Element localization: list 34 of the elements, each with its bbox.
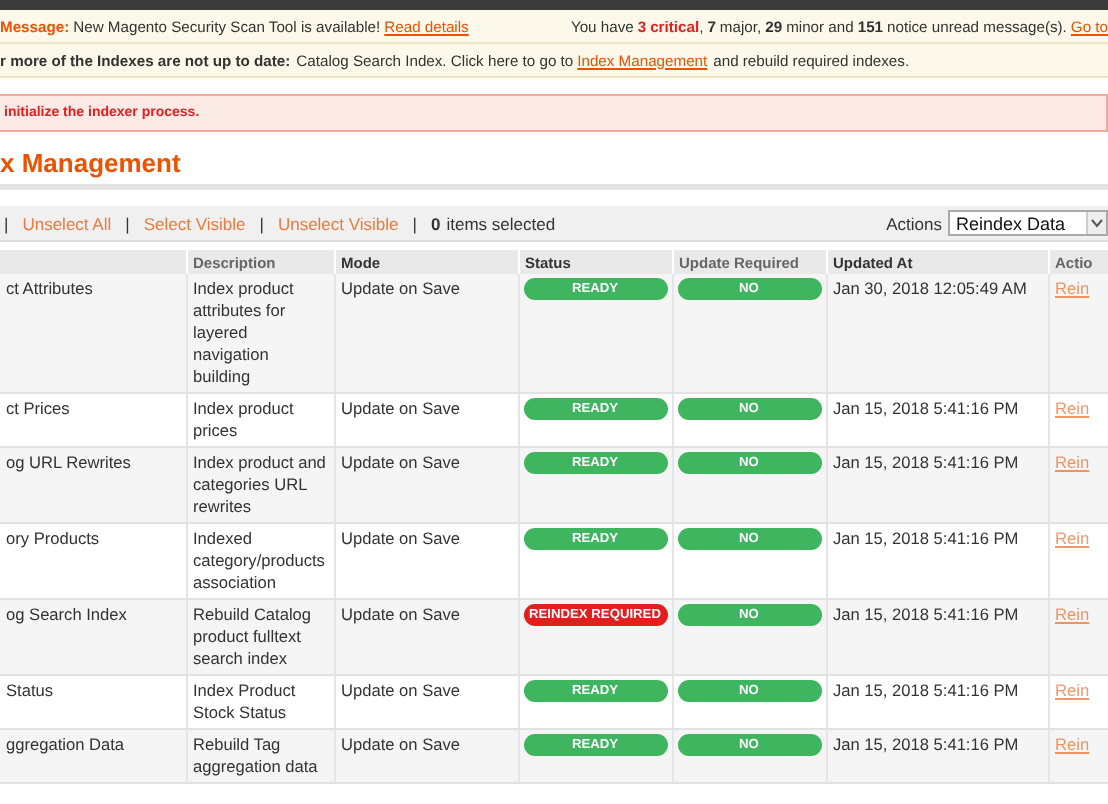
table-cell: Jan 15, 2018 5:41:16 PM xyxy=(826,729,1048,783)
table-cell: ct Attributes xyxy=(0,274,186,393)
actions-select[interactable]: Reindex Data xyxy=(948,210,1108,236)
table-cell: og URL Rewrites xyxy=(0,447,186,523)
table-cell: Rebuild Catalog product fulltext search index xyxy=(186,599,334,675)
toolbar-link[interactable]: Unselect Visible xyxy=(277,213,399,233)
table-cell: Index product attributes for layered navigation building xyxy=(186,274,334,393)
selected-count: 0 xyxy=(431,213,441,233)
table-cell: Update on Save xyxy=(334,447,518,523)
toolbar-separator: | xyxy=(4,213,9,233)
table-cell: Index product and categories URL rewrites xyxy=(186,447,334,523)
reindex-link[interactable]: Rein xyxy=(1055,604,1090,624)
table-cell: ggregation Data xyxy=(0,729,186,783)
table-cell: Rebuild Tag aggregation data xyxy=(186,729,334,783)
actions-label: Actions xyxy=(886,213,942,233)
toolbar-separator: | xyxy=(259,213,264,233)
reindex-link[interactable]: Rein xyxy=(1055,278,1090,298)
reindex-link[interactable]: Rein xyxy=(1055,528,1090,548)
reindex-link[interactable]: Rein xyxy=(1055,680,1090,700)
toolbar-link[interactable]: Unselect All xyxy=(22,213,112,233)
reindex-link[interactable]: Rein xyxy=(1055,452,1090,472)
table-cell: Jan 15, 2018 5:41:16 PM xyxy=(826,599,1048,675)
table-cell: Update on Save xyxy=(334,729,518,783)
page-title: x Management xyxy=(0,148,1108,190)
toolbar-separator: | xyxy=(412,213,417,233)
table-cell: Jan 30, 2018 12:05:49 AM xyxy=(826,274,1048,393)
reindex-link[interactable]: Rein xyxy=(1055,398,1090,418)
toolbar-separator: | xyxy=(125,213,130,233)
table-cell: Update on Save xyxy=(334,599,518,675)
toolbar-link[interactable]: Select Visible xyxy=(143,213,246,233)
table-cell: Jan 15, 2018 5:41:16 PM xyxy=(826,447,1048,523)
table-cell: Update on Save xyxy=(334,274,518,393)
table-cell: og Search Index xyxy=(0,599,186,675)
selected-label: items selected xyxy=(446,213,556,233)
